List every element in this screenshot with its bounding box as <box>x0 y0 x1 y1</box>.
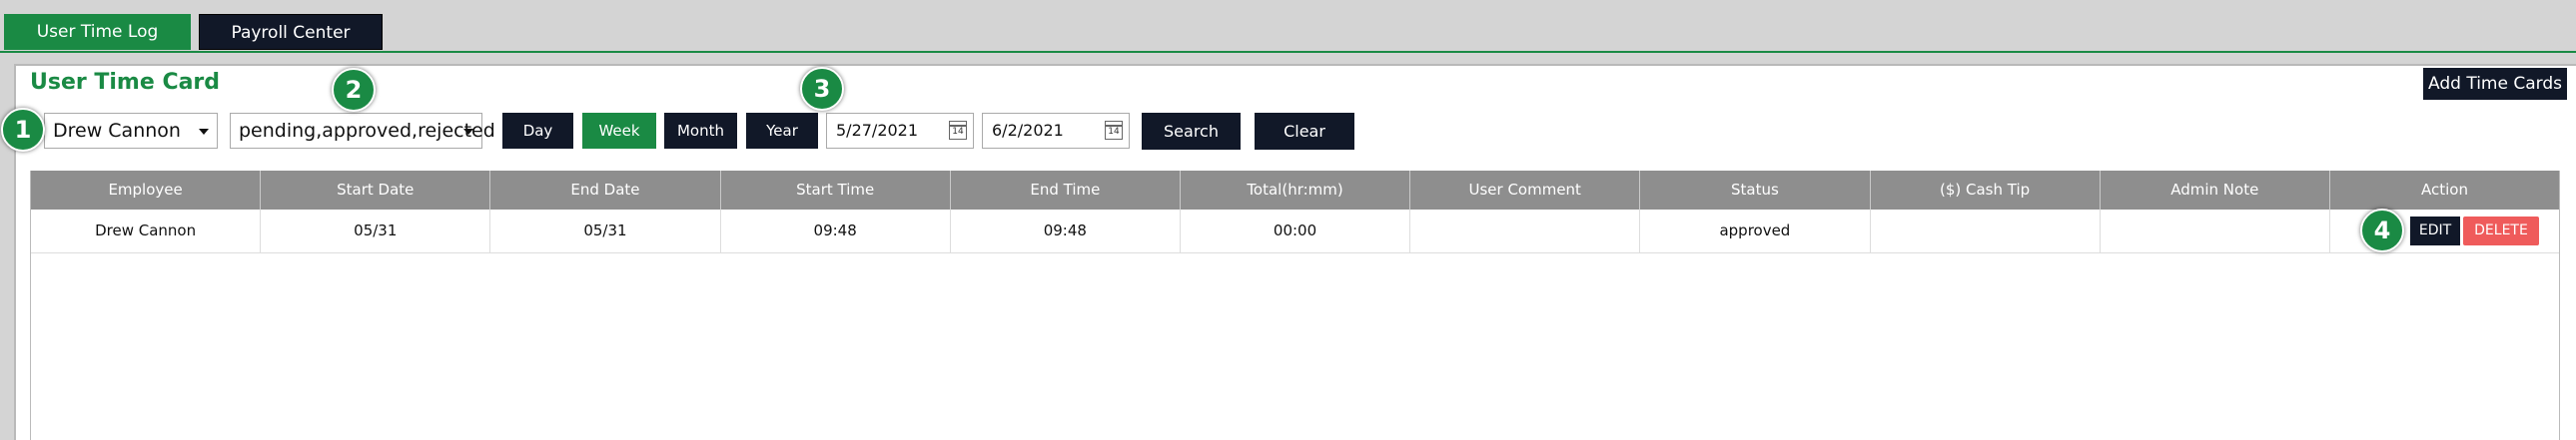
step-badge-1: 1 <box>1 108 45 152</box>
cell-total: 00:00 <box>1181 210 1411 252</box>
step-badge-2: 2 <box>332 68 376 112</box>
start-date-value: 5/27/2021 <box>836 121 919 140</box>
column-header: Action <box>2420 181 2468 199</box>
column-header: End Date <box>490 171 721 210</box>
week-button[interactable]: Week <box>582 113 656 149</box>
column-header: Total(hr:mm) <box>1181 171 1411 210</box>
cell-end-time: 09:48 <box>951 210 1181 252</box>
column-header: Admin Note <box>2101 171 2330 210</box>
step-badge-3: 3 <box>800 67 844 111</box>
status-select[interactable]: pending,approved,rejected <box>230 113 495 149</box>
delete-button[interactable]: DELETE <box>2463 217 2539 245</box>
calendar-icon[interactable]: 14 <box>1105 121 1123 140</box>
calendar-icon[interactable]: 14 <box>949 121 967 140</box>
cell-user-comment <box>1410 210 1641 252</box>
column-header: ($) Cash Tip <box>1871 171 2101 210</box>
tab-payroll-center[interactable]: Payroll Center <box>199 14 383 50</box>
employee-select-value: Drew Cannon <box>53 120 181 142</box>
start-date-input[interactable]: 5/27/2021 14 <box>826 113 974 149</box>
year-button[interactable]: Year <box>746 113 818 149</box>
tab-divider <box>0 51 2576 53</box>
cell-admin-note <box>2101 210 2330 252</box>
page-title: User Time Card <box>30 70 221 95</box>
month-button[interactable]: Month <box>664 113 737 149</box>
tab-user-time-log[interactable]: User Time Log <box>4 14 191 50</box>
chevron-down-icon <box>463 129 473 135</box>
clear-search-button[interactable]: Clear Search <box>1255 113 1354 178</box>
day-button[interactable]: Day <box>502 113 573 149</box>
column-header: Start Date <box>261 171 491 210</box>
table-row: Drew Cannon 05/31 05/31 09:48 09:48 00:0… <box>31 210 2559 253</box>
end-date-input[interactable]: 6/2/2021 14 <box>982 113 1130 149</box>
end-date-value: 6/2/2021 <box>992 121 1064 140</box>
cell-cash-tip <box>1871 210 2101 252</box>
column-header: Employee <box>31 171 262 210</box>
add-time-cards-button[interactable]: Add Time Cards <box>2423 68 2567 100</box>
status-select-value: pending,approved,rejected <box>239 120 495 142</box>
employee-select[interactable]: Drew Cannon <box>44 113 218 149</box>
column-header: Status <box>1640 171 1871 210</box>
column-header: User Comment <box>1410 171 1641 210</box>
table-header: Employee Start Date End Date Start Time … <box>31 171 2559 210</box>
column-header: Start Time <box>721 171 951 210</box>
edit-button[interactable]: EDIT <box>2410 217 2460 245</box>
cell-end-date: 05/31 <box>490 210 721 252</box>
chevron-down-icon <box>199 129 209 135</box>
column-header: End Time <box>951 171 1181 210</box>
step-badge-4: 4 <box>2360 209 2404 252</box>
cell-start-time: 09:48 <box>721 210 951 252</box>
cell-status: approved <box>1640 210 1871 252</box>
cell-start-date: 05/31 <box>261 210 491 252</box>
search-button[interactable]: Search <box>1142 113 1241 150</box>
time-card-table: Employee Start Date End Date Start Time … <box>30 171 2560 440</box>
cell-employee: Drew Cannon <box>31 210 262 252</box>
